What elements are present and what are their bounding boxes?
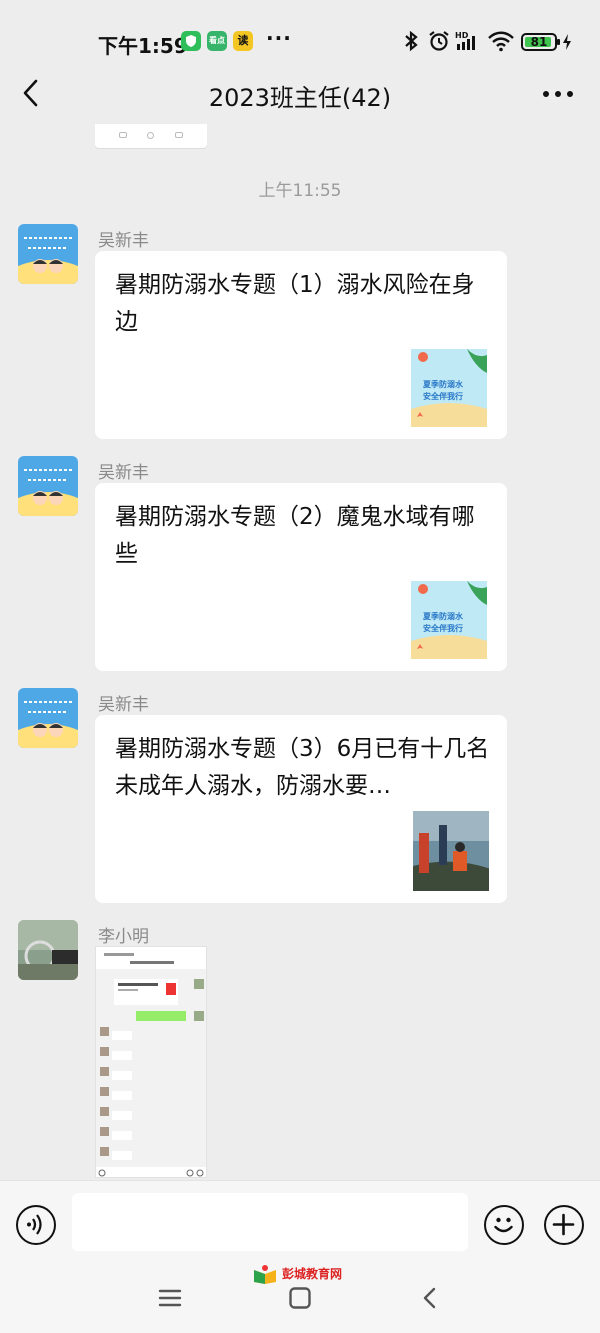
screenshot-image-message[interactable] <box>95 946 207 1178</box>
previous-image-message[interactable] <box>95 124 207 148</box>
avatar[interactable] <box>18 920 78 980</box>
article-thumbnail <box>413 811 489 891</box>
avatar[interactable] <box>18 224 78 284</box>
watermark-logo-icon <box>254 1265 276 1284</box>
sender-name: 李小明 <box>98 927 149 947</box>
svg-text:HD: HD <box>455 31 469 40</box>
add-more-button[interactable] <box>544 1205 584 1245</box>
battery-indicator: 81 <box>521 33 560 51</box>
kan-app-icon: 看点 <box>207 31 227 51</box>
avatar[interactable] <box>18 456 78 516</box>
alarm-icon <box>429 31 449 51</box>
thumb-caption: 夏季防溺水 <box>423 612 463 621</box>
thumb-caption: 安全伴我行 <box>423 624 463 633</box>
cellular-signal-icon: HD <box>455 31 475 50</box>
smiley-icon <box>494 1217 513 1233</box>
article-title: 暑期防溺水专题（2）魔鬼水域有哪些 <box>115 504 475 567</box>
article-card[interactable]: 暑期防溺水专题（3）6月已有十几名未成年人溺水，防溺水要… <box>95 715 507 903</box>
article-title: 暑期防溺水专题（1）溺水风险在身边 <box>115 272 475 335</box>
shield-app-icon <box>181 31 201 51</box>
message-input[interactable] <box>72 1193 468 1251</box>
article-title: 暑期防溺水专题（3）6月已有十几名未成年人溺水，防溺水要… <box>115 736 490 799</box>
system-back-icon[interactable] <box>418 1286 442 1310</box>
voice-button[interactable] <box>16 1205 56 1245</box>
charging-icon <box>563 34 571 50</box>
thumb-caption: 安全伴我行 <box>423 392 463 401</box>
plus-icon <box>552 1213 575 1236</box>
battery-percent: 81 <box>530 35 548 49</box>
watermark-text: 彭城教育网 <box>282 1267 343 1281</box>
sender-name: 吴新丰 <box>98 463 149 483</box>
article-card[interactable]: 暑期防溺水专题（1）溺水风险在身边 夏季防溺水 安全伴我行 <box>95 251 507 439</box>
system-navigation-bar: 彭城教育网 <box>0 1264 600 1333</box>
more-options-button[interactable] <box>540 82 576 106</box>
read-app-icon: 读 <box>233 31 253 51</box>
article-thumbnail: 夏季防溺水 安全伴我行 <box>411 581 487 659</box>
back-button[interactable] <box>16 76 46 110</box>
wifi-icon <box>488 31 514 52</box>
menu-icon[interactable] <box>158 1286 182 1310</box>
article-thumbnail: 夏季防溺水 安全伴我行 <box>411 349 487 427</box>
thumb-caption: 夏季防溺水 <box>423 380 463 389</box>
input-bar <box>0 1180 600 1264</box>
chevron-left-icon <box>23 79 38 107</box>
home-icon[interactable] <box>288 1286 312 1310</box>
chat-title: 2023班主任(42) <box>208 84 392 112</box>
status-bar: 下午1:59 看点 读 ··· HD 81 <box>0 0 600 84</box>
sender-name: 吴新丰 <box>98 231 149 251</box>
watermark: 彭城教育网 <box>252 1264 342 1286</box>
voice-icon <box>27 1214 42 1235</box>
more-notifications-icon: ··· <box>266 26 292 50</box>
bluetooth-icon <box>405 30 418 52</box>
sender-name: 吴新丰 <box>98 695 149 715</box>
avatar[interactable] <box>18 688 78 748</box>
emoji-button[interactable] <box>484 1205 524 1245</box>
message-timestamp: 上午11:55 <box>258 181 342 201</box>
ellipsis-icon <box>543 91 573 97</box>
status-time: 下午1:59 <box>98 34 188 58</box>
article-card[interactable]: 暑期防溺水专题（2）魔鬼水域有哪些 夏季防溺水 安全伴我行 <box>95 483 507 671</box>
